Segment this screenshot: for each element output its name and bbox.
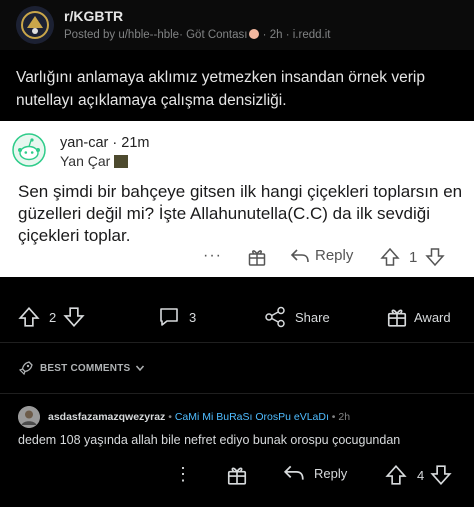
comment-score: 4 (417, 467, 425, 483)
post-header: r/KGBTR Posted by u/hble--hble· Göt Cont… (0, 0, 474, 50)
embedded-username: yan-car (60, 135, 109, 151)
award-icon (387, 309, 407, 327)
post-time: 2h (269, 29, 283, 41)
comment-meta: asdasfazamazqwezyraz • CaMi Mi BuRaSı Or… (48, 411, 351, 423)
post-meta: Posted by u/hble--hble· Göt Contası · 2h… (64, 29, 331, 41)
heart-emoji-icon (249, 29, 260, 39)
embedded-comment-body: Sen şimdi bir bahçeye gitsen ilk hangi ç… (18, 182, 463, 245)
upvote-icon[interactable] (385, 464, 407, 486)
post-image[interactable]: yan-car · 21m Yan Çar Sen şimdi bir bahç… (0, 121, 474, 277)
more-options-icon: ··· (203, 247, 222, 264)
comment-reply-button[interactable]: Reply (283, 464, 347, 482)
comment-flair: CaMi Mi BuRaSı OrosPu eVLaDı (174, 411, 329, 423)
comment-award-button[interactable] (226, 464, 248, 486)
share-icon (265, 306, 285, 328)
post-title[interactable]: Varlığını anlamaya aklımız yetmezken ins… (16, 66, 461, 112)
comment-body: dedem 108 yaşında allah bile nefret ediy… (18, 433, 401, 447)
downvote-icon[interactable] (430, 464, 452, 486)
chevron-down-icon (136, 365, 145, 372)
embedded-reply: Reply (290, 247, 353, 264)
comments-button[interactable]: 3 (158, 306, 196, 328)
sort-label: BEST COMMENTS (40, 362, 131, 374)
user-flair: Göt Contası (186, 29, 248, 41)
upvote-icon[interactable] (18, 306, 40, 328)
comment-action-bar: ⋮ Reply 4 (0, 464, 474, 490)
comment-vote: 4 (385, 464, 452, 486)
sort-button[interactable]: BEST COMMENTS (18, 360, 145, 376)
embedded-vote: 1 (380, 247, 446, 267)
comment-count: 3 (189, 309, 197, 325)
rocket-icon (18, 361, 33, 376)
posted-by[interactable]: Posted by u/hble--hble (64, 29, 179, 41)
comment-bubble-icon (160, 308, 178, 326)
award-button[interactable]: Award (386, 306, 451, 328)
downvote-icon (425, 248, 446, 267)
award-icon (247, 247, 267, 267)
post-score: 2 (49, 309, 57, 325)
comment-time: 2h (338, 411, 351, 423)
comment-avatar[interactable] (18, 406, 40, 428)
divider (0, 342, 474, 343)
post-domain[interactable]: i.redd.it (293, 29, 331, 41)
reply-icon (283, 465, 304, 480)
subreddit-avatar[interactable] (16, 6, 54, 44)
award-icon (227, 467, 247, 485)
share-button[interactable]: Share (264, 306, 330, 328)
post-vote: 2 (18, 306, 85, 328)
comment-username[interactable]: asdasfazamazqwezyraz (48, 411, 165, 423)
snoo-avatar-icon (12, 133, 46, 167)
more-options-icon: ⋮ (174, 464, 192, 484)
comment-more-button[interactable]: ⋮ (174, 464, 192, 485)
divider (0, 393, 474, 394)
embedded-flair: Yan Çar (60, 153, 129, 169)
downvote-icon[interactable] (63, 306, 85, 328)
embedded-comment-actions: ··· Reply 1 (0, 247, 474, 271)
embedded-comment-header: yan-car · 21m (60, 135, 150, 151)
embedded-time: 21m (121, 135, 150, 151)
flair-image-icon (114, 155, 129, 168)
post-action-bar: 2 3 Share Award (0, 300, 474, 340)
upvote-icon (380, 247, 400, 266)
subreddit-name[interactable]: r/KGBTR (64, 8, 123, 24)
